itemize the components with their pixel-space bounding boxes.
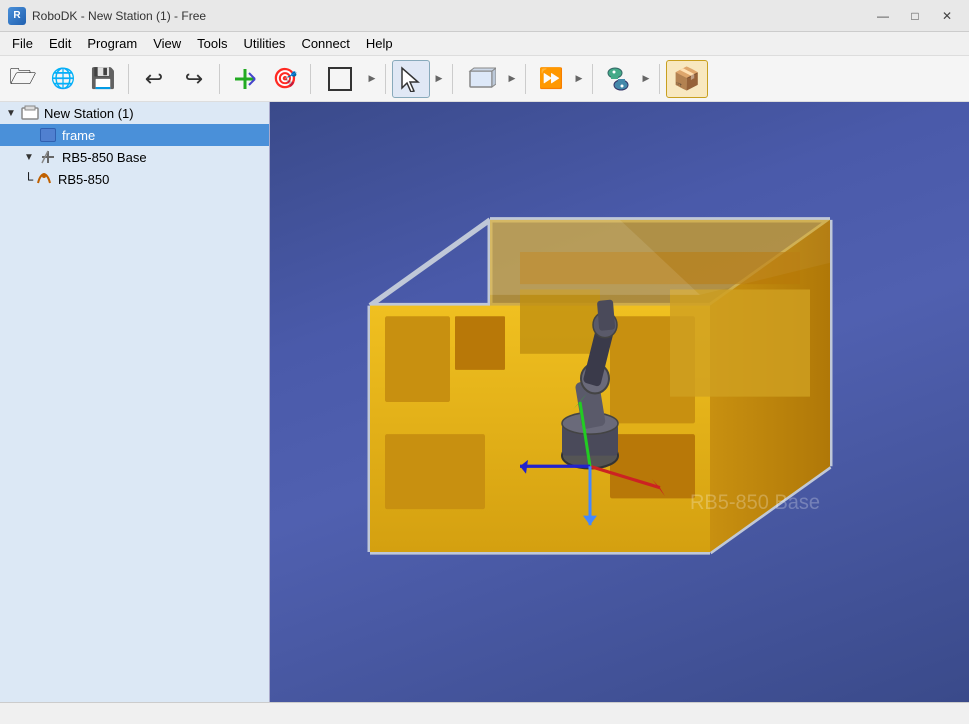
status-bar	[0, 702, 969, 724]
undo-icon: ↩	[145, 66, 163, 92]
expand-3[interactable]: ▶	[505, 60, 519, 98]
redo-icon: ↪	[185, 66, 203, 92]
separator-8	[659, 64, 660, 94]
tree-panel: ▼ New Station (1) frame ▼	[0, 102, 270, 702]
menu-program[interactable]: Program	[79, 34, 145, 53]
rb5-label: RB5-850	[58, 172, 109, 187]
python-btn[interactable]	[599, 60, 637, 98]
svg-text:RB5-850 Base: RB5-850 Base	[690, 491, 820, 515]
rb5base-expand-arrow: ▼	[24, 152, 38, 163]
station-icon	[20, 105, 40, 121]
menu-tools[interactable]: Tools	[189, 34, 235, 53]
python-icon	[604, 65, 632, 93]
menu-edit[interactable]: Edit	[41, 34, 79, 53]
globe-btn[interactable]: 🌐	[44, 60, 82, 98]
undo-btn[interactable]: ↩	[135, 60, 173, 98]
open-folder-btn[interactable]: 🗁	[4, 60, 42, 98]
view3d-icon	[466, 66, 496, 92]
expand-4[interactable]: ▶	[572, 60, 586, 98]
cursor-btn[interactable]	[392, 60, 430, 98]
add-item-icon	[231, 65, 259, 93]
tree-item-rb5-base[interactable]: ▼ RB5-850 Base	[0, 146, 269, 168]
separator-4	[385, 64, 386, 94]
separator-6	[525, 64, 526, 94]
fit-view-btn[interactable]	[317, 60, 363, 98]
folder-icon: 🗁	[9, 60, 36, 98]
separator-3	[310, 64, 311, 94]
save-btn[interactable]: 💾	[84, 60, 122, 98]
frame-icon	[38, 127, 58, 143]
title-bar-text: RoboDK - New Station (1) - Free	[32, 9, 206, 23]
station-label: New Station (1)	[44, 106, 134, 121]
separator-2	[219, 64, 220, 94]
save-icon: 💾	[91, 66, 116, 91]
target-icon: 🎯	[273, 66, 298, 91]
menu-connect[interactable]: Connect	[293, 34, 357, 53]
expand-2[interactable]: ▶	[432, 60, 446, 98]
title-bar: R RoboDK - New Station (1) - Free — □ ✕	[0, 0, 969, 32]
play-icon: ⏩	[539, 66, 564, 91]
rb5base-icon	[38, 149, 58, 165]
expand-5[interactable]: ▶	[639, 60, 653, 98]
maximize-button[interactable]: □	[901, 5, 929, 27]
frame-label: frame	[62, 128, 95, 143]
fit-icon	[325, 64, 355, 94]
separator-5	[452, 64, 453, 94]
viewport[interactable]: RB5-850 Base	[270, 102, 969, 702]
package-btn[interactable]: 📦	[666, 60, 708, 98]
separator-1	[128, 64, 129, 94]
separator-7	[592, 64, 593, 94]
menu-view[interactable]: View	[145, 34, 189, 53]
target-btn[interactable]: 🎯	[266, 60, 304, 98]
station-expand-arrow: ▼	[6, 108, 20, 119]
main-area: ▼ New Station (1) frame ▼	[0, 102, 969, 702]
menu-bar: File Edit Program View Tools Utilities C…	[0, 32, 969, 56]
minimize-button[interactable]: —	[869, 5, 897, 27]
tree-item-rb5[interactable]: └ RB5-850	[0, 168, 269, 190]
scene-svg: RB5-850 Base	[270, 102, 969, 702]
title-bar-controls: — □ ✕	[869, 5, 961, 27]
cursor-icon	[400, 66, 422, 92]
globe-icon: 🌐	[51, 66, 76, 91]
add-item-btn[interactable]	[226, 60, 264, 98]
play-btn[interactable]: ⏩	[532, 60, 570, 98]
package-icon: 📦	[673, 66, 700, 92]
tree-item-frame[interactable]: frame	[0, 124, 269, 146]
view3d-btn[interactable]	[459, 60, 503, 98]
toolbar: 🗁 🌐 💾 ↩ ↪ 🎯 ▶	[0, 56, 969, 102]
menu-utilities[interactable]: Utilities	[236, 34, 294, 53]
app-icon: R	[8, 7, 26, 25]
close-button[interactable]: ✕	[933, 5, 961, 27]
tree-item-station[interactable]: ▼ New Station (1)	[0, 102, 269, 124]
rb5base-label: RB5-850 Base	[62, 150, 147, 165]
expand-1[interactable]: ▶	[365, 60, 379, 98]
menu-file[interactable]: File	[4, 34, 41, 53]
redo-btn[interactable]: ↪	[175, 60, 213, 98]
title-bar-left: R RoboDK - New Station (1) - Free	[8, 7, 206, 25]
rb5-indent-2: └	[24, 172, 34, 187]
menu-help[interactable]: Help	[358, 34, 401, 53]
rb5-icon	[34, 171, 54, 187]
frame-indent	[6, 128, 24, 143]
